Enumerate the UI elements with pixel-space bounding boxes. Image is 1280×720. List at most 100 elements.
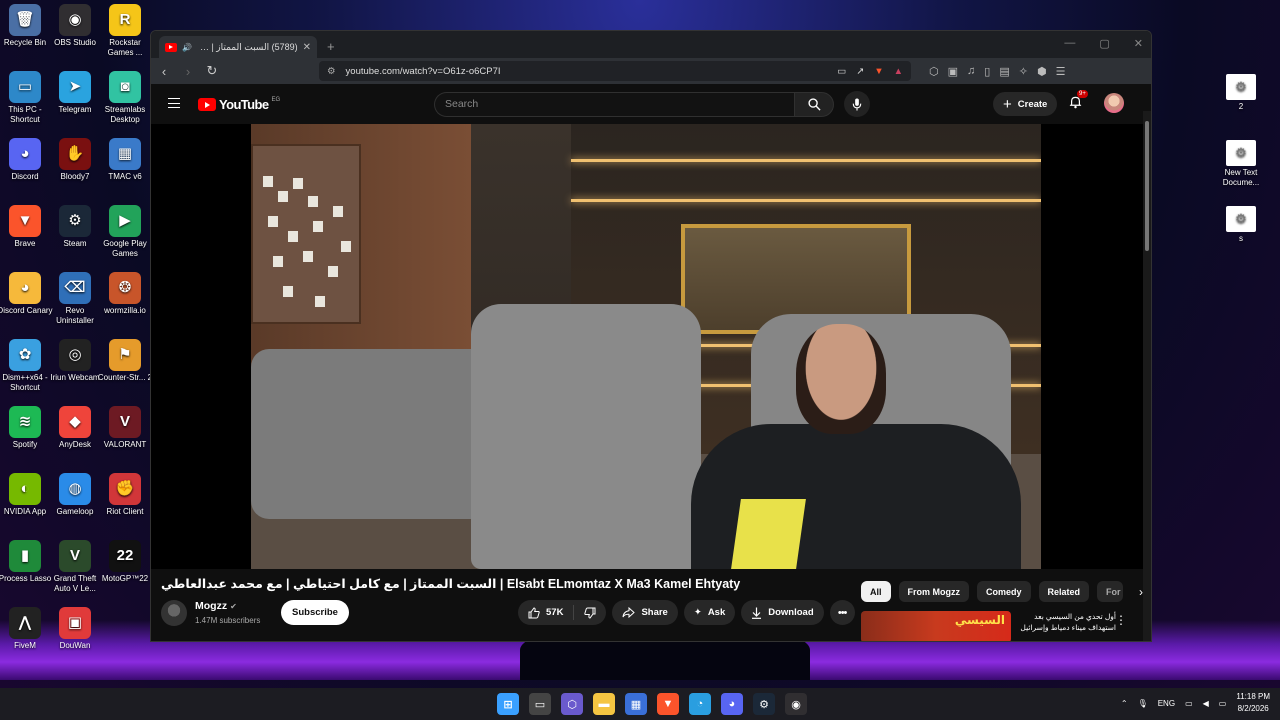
volume-icon[interactable]: ◀ <box>1203 699 1209 708</box>
page-scrollbar[interactable] <box>1143 111 1151 641</box>
create-button[interactable]: + Create <box>993 92 1058 116</box>
more-vertical-icon[interactable]: ⋮ <box>1115 613 1127 627</box>
taskbar-file-explorer-icon[interactable]: ▬ <box>593 693 615 715</box>
chip-comedy[interactable]: Comedy <box>977 581 1031 602</box>
microphone-tray-icon[interactable]: 🎙 <box>1138 699 1148 708</box>
cast-icon[interactable]: ▭ <box>837 66 846 77</box>
wallet-icon[interactable]: ▤ <box>999 65 1009 78</box>
desktop-file-icon[interactable]: ⚙ s <box>1213 202 1269 244</box>
search-input[interactable] <box>434 91 794 117</box>
desktop-icon-steam[interactable]: ⚙ Steam <box>47 201 103 249</box>
sidebar-icon[interactable]: ▯ <box>984 65 990 78</box>
brave-rewards-icon[interactable]: ▲ <box>894 66 903 77</box>
guide-menu-icon[interactable] <box>168 98 180 108</box>
battery-icon[interactable]: ▭ <box>1219 699 1227 708</box>
desktop-icon-motogp-22[interactable]: 22 MotoGP™22 <box>97 536 153 584</box>
chip-related[interactable]: Related <box>1038 581 1090 602</box>
desktop-icon-gameloop[interactable]: ◍ Gameloop <box>47 469 103 517</box>
share-button[interactable]: Share <box>612 600 678 625</box>
subscribe-button[interactable]: Subscribe <box>281 600 349 625</box>
clock[interactable]: 11:18 PM 8/2/2026 <box>1236 691 1270 715</box>
ask-button[interactable]: ✦ Ask <box>683 600 736 625</box>
taskbar-steam-icon[interactable]: ⚙ <box>753 693 775 715</box>
desktop-icon-wormzilla-io[interactable]: ❂ wormzilla.io <box>97 268 153 316</box>
channel-avatar[interactable] <box>161 600 187 626</box>
desktop-icon-revo-uninstaller[interactable]: ⌫ Revo Uninstaller <box>47 268 103 326</box>
close-tab-icon[interactable]: ✕ <box>303 42 311 53</box>
taskbar-obs-icon[interactable]: ◉ <box>785 693 807 715</box>
dislike-button[interactable] <box>574 607 606 619</box>
desktop-icon-telegram[interactable]: ➤ Telegram <box>47 67 103 115</box>
desktop-icon-brave[interactable]: ▼ Brave <box>0 201 53 249</box>
leo-ai-icon[interactable]: ✧ <box>1019 65 1028 78</box>
close-window-icon[interactable]: ✕ <box>1134 37 1143 50</box>
desktop-icon-obs-studio[interactable]: ◉ OBS Studio <box>47 0 103 48</box>
desktop-icon-anydesk[interactable]: ◆ AnyDesk <box>47 402 103 450</box>
chip-all[interactable]: All <box>861 581 891 602</box>
chip-from-mogzz[interactable]: From Mogzz <box>898 581 970 602</box>
taskbar-copilot-icon[interactable]: ⬡ <box>561 693 583 715</box>
desktop-icon-bloody7[interactable]: ✋ Bloody7 <box>47 134 103 182</box>
maximize-icon[interactable]: ▢ <box>1099 37 1109 50</box>
desktop-icon-tmac-v6[interactable]: ▦ TMAC v6 <box>97 134 153 182</box>
minimize-icon[interactable]: — <box>1064 37 1075 50</box>
more-actions-button[interactable]: ••• <box>829 600 855 625</box>
taskbar-edge-icon[interactable]: ◔ <box>689 693 711 715</box>
site-info-icon[interactable]: ⚙ <box>327 66 336 77</box>
forward-icon[interactable]: › <box>181 64 195 79</box>
back-icon[interactable]: ‹ <box>157 64 171 79</box>
audio-icon[interactable]: 🔊 <box>182 43 192 52</box>
desktop-icon-discord[interactable]: ◕ Discord <box>0 134 53 182</box>
browser-tab-active[interactable]: 🔊 (5789) السبت الممتاز | مع كامل احتياطي… <box>159 36 317 58</box>
download-button[interactable]: Download <box>741 600 824 625</box>
video-frame[interactable] <box>251 124 1041 569</box>
desktop-icon-streamlabs-desktop[interactable]: ◙ Streamlabs Desktop <box>97 67 153 125</box>
chip-for-you[interactable]: For <box>1097 581 1124 602</box>
desktop-icon-riot-client[interactable]: ✊ Riot Client <box>97 469 153 517</box>
reload-icon[interactable]: ↻ <box>205 63 219 79</box>
vpn-icon[interactable]: ⬢ <box>1037 65 1047 78</box>
desktop-file-icon[interactable]: ⚙ 2 <box>1213 70 1269 112</box>
taskbar-windows-start-icon[interactable]: ⊞ <box>497 693 519 715</box>
desktop-icon-douwan[interactable]: ▣ DouWan <box>47 603 103 651</box>
channel-name[interactable]: Mogzz ✔ <box>195 600 237 612</box>
desktop-icon-recycle-bin[interactable]: 🗑 Recycle Bin <box>0 0 53 48</box>
desktop-file-icon[interactable]: ⚙ New Text Docume... <box>1213 136 1269 188</box>
menu-icon[interactable]: ☰ <box>1056 65 1066 78</box>
extension-icon[interactable]: ⬡ <box>929 65 939 78</box>
desktop-icon-dism-x64-shortcut[interactable]: ✿ Dism++x64 - Shortcut <box>0 335 53 393</box>
music-icon[interactable]: ♫ <box>967 65 975 78</box>
language-indicator[interactable]: ENG <box>1158 699 1175 708</box>
recommended-video[interactable]: السيسي أول تحدي من السيسي بعد استهداف مي… <box>861 609 1141 641</box>
notifications-button[interactable]: 9+ <box>1069 90 1088 114</box>
youtube-logo[interactable]: YouTube EG <box>198 97 280 112</box>
network-icon[interactable]: ▭ <box>1185 699 1193 708</box>
taskbar-brave-icon[interactable]: ▼ <box>657 693 679 715</box>
extension-icon-2[interactable]: ▣ <box>948 65 958 78</box>
new-tab-button[interactable]: + <box>327 39 335 54</box>
desktop-icon-nvidia-app[interactable]: ◐ NVIDIA App <box>0 469 53 517</box>
desktop-icon-iriun-webcam[interactable]: ◎ Iriun Webcam <box>47 335 103 383</box>
chevron-up-icon[interactable]: ⌃ <box>1121 699 1128 708</box>
scrollbar-thumb[interactable] <box>1145 121 1149 251</box>
taskbar-discord-icon[interactable]: ◕ <box>721 693 743 715</box>
account-avatar[interactable] <box>1104 93 1124 113</box>
recommended-title[interactable]: أول تحدي من السيسي بعد استهداف ميناء دمي… <box>1016 611 1116 633</box>
recommended-thumbnail[interactable]: السيسي <box>861 611 1011 641</box>
share-page-icon[interactable]: ↗ <box>856 66 864 77</box>
like-button[interactable]: 57K <box>518 605 575 620</box>
desktop-icon-spotify[interactable]: ≋ Spotify <box>0 402 53 450</box>
desktop-icon-valorant[interactable]: V VALORANT <box>97 402 153 450</box>
desktop-icon-fivem[interactable]: ⋀ FiveM <box>0 603 53 651</box>
desktop-icon-rockstar-games[interactable]: R Rockstar Games ... <box>97 0 153 58</box>
desktop-icon-counter-str-2[interactable]: ⚑ Counter-Str... 2 <box>97 335 153 383</box>
taskbar-task-view-icon[interactable]: ▭ <box>529 693 551 715</box>
brave-shields-icon[interactable]: ▼ <box>874 66 883 77</box>
desktop-icon-grand-theft-auto-v-le[interactable]: V Grand Theft Auto V Le... <box>47 536 103 594</box>
desktop-icon-google-play-games[interactable]: ▶ Google Play Games <box>97 201 153 259</box>
taskbar-store-icon[interactable]: ▦ <box>625 693 647 715</box>
desktop-icon-discord-canary[interactable]: ◕ Discord Canary <box>0 268 53 316</box>
url-field[interactable]: ⚙ youtube.com/watch?v=O61z-o6CP7I ▭ ↗ ▼ … <box>319 61 911 81</box>
voice-search-button[interactable] <box>844 91 870 117</box>
video-player[interactable] <box>151 124 1145 569</box>
